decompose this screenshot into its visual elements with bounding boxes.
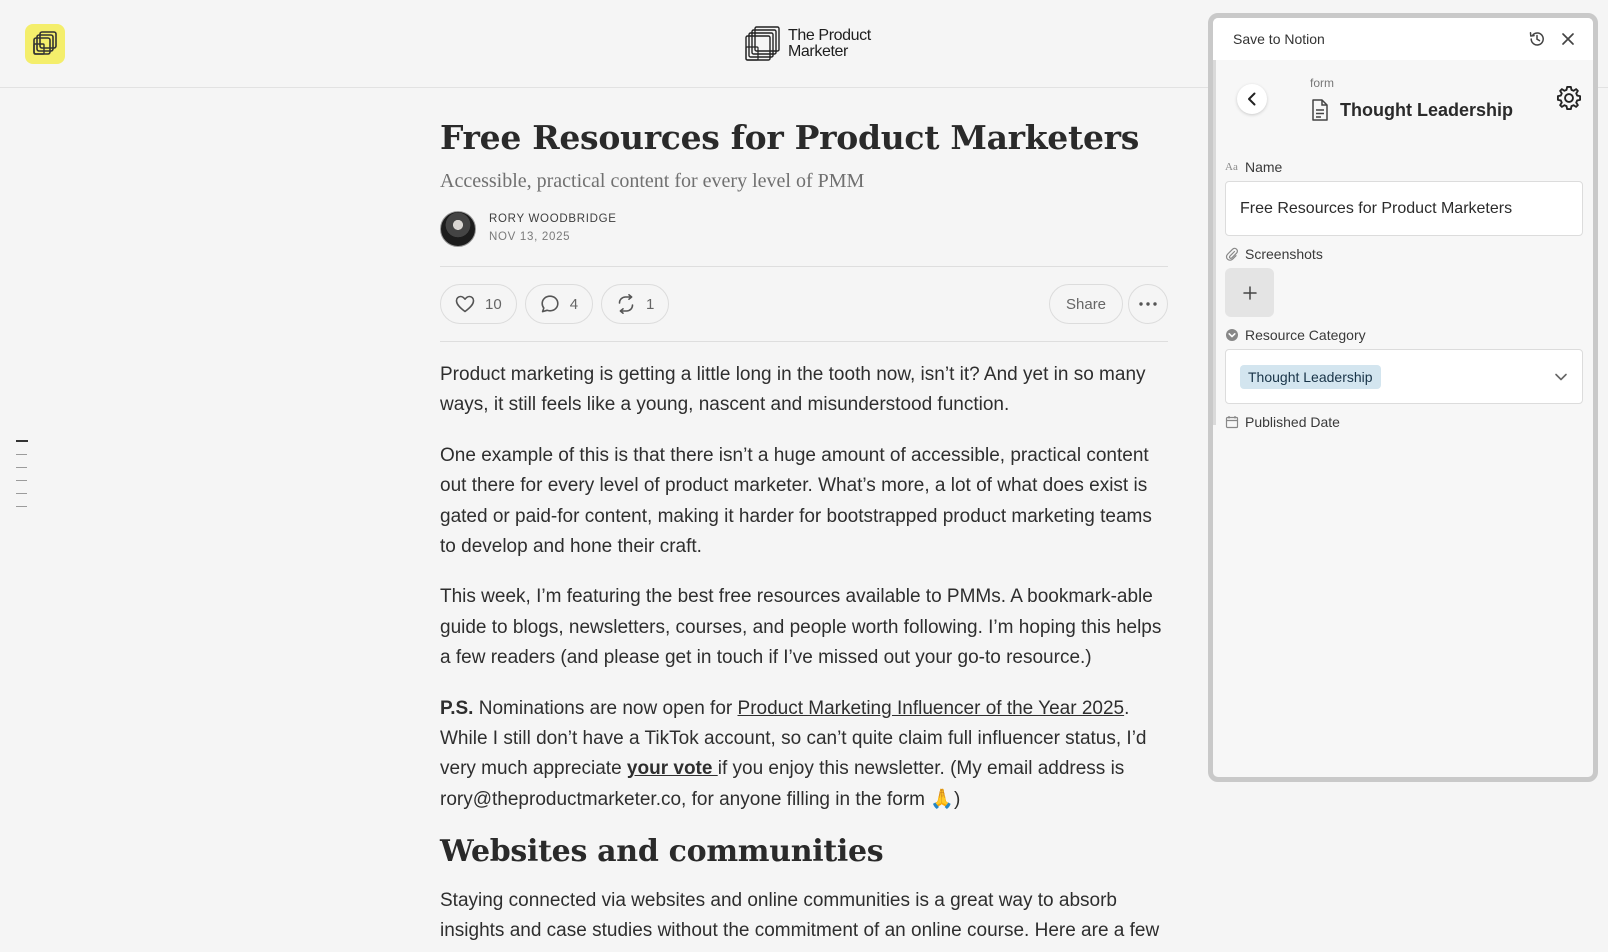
article-body: Product marketing is getting a little lo… xyxy=(440,360,1168,947)
field-label-text: Published Date xyxy=(1245,414,1340,430)
restack-button[interactable]: 1 xyxy=(601,284,670,324)
like-button[interactable]: 10 xyxy=(440,284,517,324)
post-actions: 10 4 1 Share xyxy=(440,267,1168,341)
comment-count: 4 xyxy=(569,295,579,313)
byline: RORY WOODBRIDGE NOV 13, 2025 xyxy=(440,210,1168,248)
restack-icon xyxy=(618,294,634,314)
paragraph: This week, I’m featuring the best free r… xyxy=(440,586,1162,669)
resource-category-select[interactable]: Thought Leadership xyxy=(1225,349,1583,404)
field-label-text: Name xyxy=(1245,159,1283,175)
brand-layers-icon xyxy=(745,26,780,61)
history-icon[interactable] xyxy=(1528,30,1546,48)
restack-count: 1 xyxy=(646,295,655,313)
ellipsis-icon xyxy=(1139,302,1157,306)
paragraph-text: Nominations are now open for xyxy=(473,697,738,719)
text-property-icon: Aa xyxy=(1225,161,1238,173)
table-of-contents-indicator[interactable] xyxy=(16,440,30,519)
name-field-label: Aa Name xyxy=(1225,158,1583,176)
toc-mark[interactable] xyxy=(16,493,27,494)
toc-mark[interactable] xyxy=(16,480,27,481)
document-icon xyxy=(1312,99,1328,121)
chevron-down-icon xyxy=(1555,373,1567,381)
notion-form: form Thought Leadership Aa Name Free Res… xyxy=(1213,60,1593,431)
select-property-icon xyxy=(1226,329,1238,341)
like-count: 10 xyxy=(485,295,502,313)
form-type-label: form xyxy=(1310,76,1334,90)
article: Free Resources for Product Marketers Acc… xyxy=(440,114,1168,952)
paragraph: Staying connected via websites and onlin… xyxy=(440,889,1160,942)
brand-name-line2: Marketer xyxy=(788,43,848,60)
article-subtitle: Accessible, practical content for every … xyxy=(440,170,865,192)
ps-label: P.S. xyxy=(440,697,474,719)
published-date-field-label[interactable]: Published Date xyxy=(1225,413,1583,431)
name-field[interactable]: Free Resources for Product Marketers xyxy=(1225,181,1583,236)
paperclip-icon xyxy=(1225,247,1238,261)
heart-icon xyxy=(455,295,475,313)
share-button[interactable]: Share xyxy=(1049,284,1124,324)
divider xyxy=(440,341,1168,342)
back-button[interactable] xyxy=(1237,84,1267,114)
category-tag: Thought Leadership xyxy=(1240,364,1381,389)
add-screenshot-button[interactable] xyxy=(1225,268,1274,317)
plus-icon xyxy=(1242,285,1257,300)
close-icon[interactable] xyxy=(1559,30,1577,48)
database-selector[interactable]: Thought Leadership xyxy=(1310,98,1513,122)
gear-icon[interactable] xyxy=(1555,84,1583,112)
comment-icon xyxy=(541,295,559,313)
toc-mark[interactable] xyxy=(16,506,27,507)
author-name[interactable]: RORY WOODBRIDGE xyxy=(489,211,617,228)
paragraph: One example of this is that there isn’t … xyxy=(440,444,1152,558)
author-avatar[interactable] xyxy=(440,211,476,247)
comment-button[interactable]: 4 xyxy=(524,284,594,324)
panel-title: Save to Notion xyxy=(1233,31,1325,47)
database-title: Thought Leadership xyxy=(1340,99,1513,120)
toc-mark[interactable] xyxy=(16,467,27,468)
panel-header: Save to Notion xyxy=(1213,18,1593,60)
toc-mark[interactable] xyxy=(16,454,27,455)
field-label-text: Resource Category xyxy=(1245,327,1366,343)
section-heading: Websites and communities xyxy=(440,834,884,870)
layers-logo-icon xyxy=(33,31,57,55)
field-label-text: Screenshots xyxy=(1245,246,1323,262)
paragraph: Product marketing is getting a little lo… xyxy=(440,364,1146,416)
calendar-icon xyxy=(1225,416,1239,429)
chevron-left-icon xyxy=(1248,92,1256,106)
brand-logo[interactable]: The Product Marketer xyxy=(744,25,878,63)
your-vote-link[interactable]: your vote xyxy=(627,758,718,779)
paragraph-ps: P.S. Nominations are now open for Produc… xyxy=(440,694,1168,816)
brand-name-line1: The Product xyxy=(788,27,871,44)
article-title: Free Resources for Product Marketers xyxy=(440,118,1140,157)
more-options-button[interactable] xyxy=(1128,284,1168,324)
publication-logo-button[interactable] xyxy=(25,24,65,64)
influencer-nomination-link[interactable]: Product Marketing Influencer of the Year… xyxy=(738,698,1125,719)
publish-date: NOV 13, 2025 xyxy=(489,231,571,243)
toc-mark[interactable] xyxy=(16,440,28,442)
resource-category-field-label: Resource Category xyxy=(1225,326,1583,344)
screenshots-field-label: Screenshots xyxy=(1225,245,1583,263)
save-to-notion-panel: Save to Notion form Thought Leadership A… xyxy=(1208,13,1598,782)
